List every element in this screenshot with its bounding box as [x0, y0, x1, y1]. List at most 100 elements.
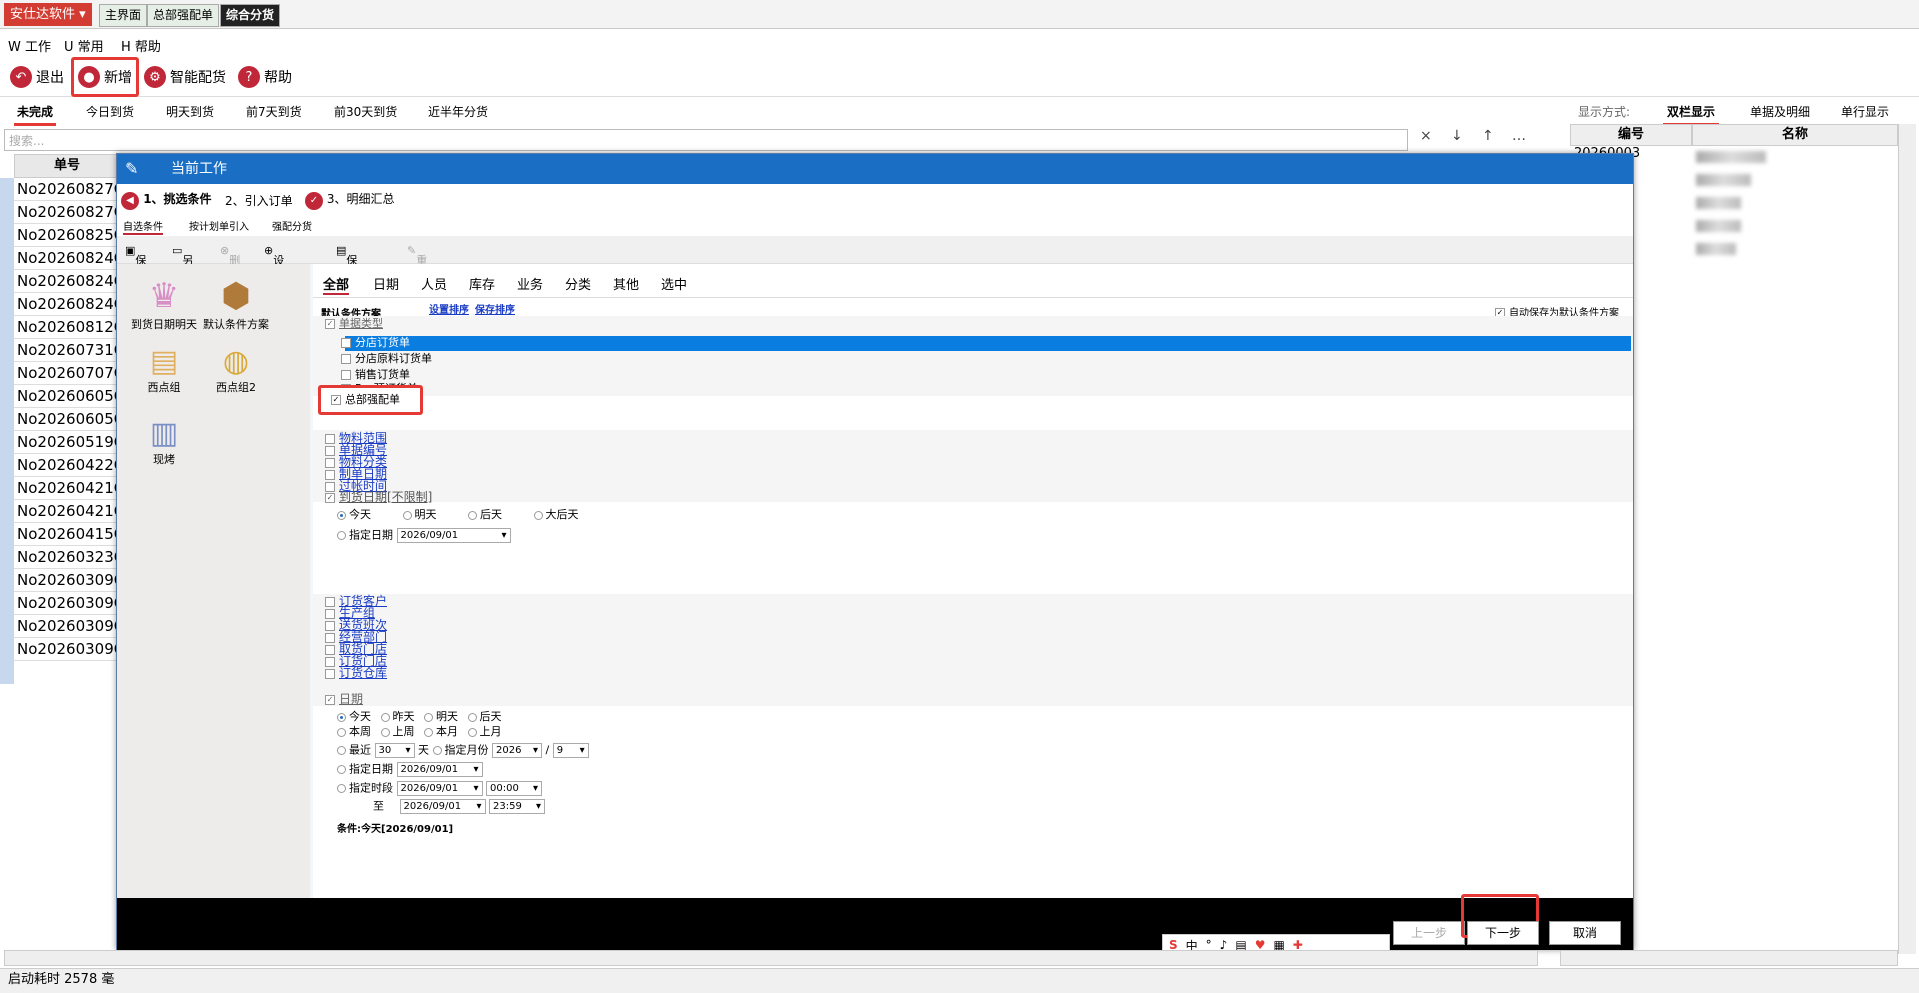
condition-link-links1-3[interactable]: 制单日期 [325, 467, 387, 481]
save-button[interactable]: ▣ 保存 [125, 244, 146, 283]
arrow-down-icon[interactable]: ↓ [1451, 128, 1463, 144]
date-this-month[interactable]: 本月 [424, 725, 458, 738]
table-row[interactable]: No20260731C [14, 339, 120, 362]
step-3[interactable]: ✓ 3、明细汇总 [305, 190, 394, 210]
menu-work[interactable]: W 工作 [8, 36, 51, 55]
month-combo[interactable]: 9 ▾ [552, 743, 589, 758]
clear-icon[interactable]: × [1420, 128, 1432, 144]
help-button[interactable]: ? 帮助 [238, 62, 292, 92]
doc-type-item-sales[interactable]: 销售订货单 [341, 368, 410, 382]
date-tomorrow[interactable]: 明天 [424, 710, 458, 723]
table-row[interactable]: No20260519C [14, 431, 120, 454]
set-sort-button[interactable]: ⊕ 设置排序 [264, 244, 284, 315]
table-row[interactable]: No20260309C [14, 569, 120, 592]
condition-link-links1-2[interactable]: 物料分类 [325, 455, 387, 469]
ctab-other[interactable]: 其他 [613, 274, 639, 293]
date-range-radio[interactable] [337, 784, 346, 793]
doc-type-item-branch[interactable]: 分店订货单 [341, 336, 410, 350]
ctab-business[interactable]: 业务 [517, 274, 543, 293]
arrive-today[interactable]: 今天 [337, 508, 371, 521]
save-sort-button[interactable]: ▤ 保存排序 [336, 244, 357, 315]
date-last-week[interactable]: 上周 [380, 725, 415, 738]
table-row[interactable]: No20260827C [14, 178, 120, 201]
exit-button[interactable]: ↶ 退出 [10, 62, 64, 92]
rename-button[interactable]: ✎ 重命名 [407, 244, 427, 299]
horizontal-scrollbar-left[interactable] [4, 950, 1538, 966]
condition-link-links1-1[interactable]: 单据编号 [325, 443, 387, 457]
horizontal-scrollbar-right[interactable] [1560, 950, 1898, 966]
date-checkbox[interactable]: ✓ 日期 [325, 692, 363, 707]
condition-link-links2-6[interactable]: 订货仓库 [325, 666, 387, 680]
ctab-date[interactable]: 日期 [373, 274, 399, 293]
date-yesterday[interactable]: 昨天 [380, 710, 415, 723]
more-icon[interactable]: … [1512, 128, 1526, 144]
vertical-scrollbar[interactable] [1898, 124, 1916, 954]
arrive-third-day[interactable]: 大后天 [533, 508, 579, 521]
date-this-week[interactable]: 本周 [337, 725, 371, 738]
filter-7days[interactable]: 前7天到货 [246, 103, 302, 120]
ctab-all[interactable]: 全部 [323, 274, 350, 295]
scheme-default[interactable]: ⬢ 默认条件方案 [199, 276, 273, 332]
subtab-plan-import[interactable]: 按计划单引入 [189, 218, 249, 233]
save-as-button[interactable]: ▭ 另存 [172, 244, 193, 283]
filter-today[interactable]: 今日到货 [86, 103, 134, 120]
ctab-category[interactable]: 分类 [565, 274, 591, 293]
table-row[interactable]: No20260309C [14, 615, 120, 638]
ctab-selected[interactable]: 选中 [661, 274, 687, 293]
display-doc-detail[interactable]: 单据及明细 [1750, 103, 1810, 120]
filter-tomorrow[interactable]: 明天到货 [166, 103, 214, 120]
table-row[interactable]: No20260309C [14, 592, 120, 615]
new-button[interactable]: ● 新增 [71, 57, 139, 97]
cancel-button[interactable]: 取消 [1549, 921, 1621, 945]
filter-halfyear[interactable]: 近半年分货 [428, 103, 488, 120]
scheme-pastry2[interactable]: ◍ 西点组2 [199, 344, 273, 395]
table-row[interactable]: No20260421C [14, 477, 120, 500]
display-dual[interactable]: 双栏显示 [1663, 103, 1720, 126]
table-row[interactable]: No20260415C [14, 523, 120, 546]
menu-help[interactable]: H 帮助 [121, 36, 161, 55]
search-input[interactable]: 搜索... [4, 129, 1408, 151]
arrive-spec-date[interactable]: 指定日期 2026/09/01 ▾ [337, 528, 511, 543]
date-last-month[interactable]: 上月 [467, 725, 502, 738]
range-to-combo[interactable]: 2026/09/01 ▾ [399, 799, 486, 814]
subtab-forced[interactable]: 强配分货 [272, 218, 312, 233]
arrow-up-icon[interactable]: ↑ [1482, 128, 1494, 144]
table-row[interactable]: No20260422C [14, 454, 120, 477]
condition-link-links2-2[interactable]: 送货班次 [325, 618, 387, 632]
delete-button[interactable]: ⊗ 删除 [220, 244, 240, 283]
table-row[interactable]: No20260812C [14, 316, 120, 339]
time-to-combo[interactable]: 23:59 ▾ [489, 799, 545, 814]
step-2[interactable]: 2、引入订单 [225, 192, 293, 209]
arrive-day-after[interactable]: 后天 [468, 508, 502, 521]
doc-type-branch-order-row[interactable] [345, 336, 1631, 351]
table-row[interactable]: No20260825C [14, 224, 120, 247]
smart-allocate-button[interactable]: ⚙ 智能配货 [144, 62, 226, 92]
ctab-people[interactable]: 人员 [421, 274, 447, 293]
table-row[interactable]: No20260824C [14, 247, 120, 270]
scheme-tomorrow[interactable]: ♛ 到货日期明天 [127, 276, 201, 332]
condition-link-links2-4[interactable]: 取货门店 [325, 642, 387, 656]
date-recent-radio[interactable] [337, 746, 346, 755]
table-row[interactable]: No20260707C [14, 362, 120, 385]
ctab-stock[interactable]: 库存 [469, 274, 495, 293]
recent-days-combo[interactable]: 30 ▾ [374, 743, 415, 758]
table-row[interactable]: No20260323C [14, 546, 120, 569]
prev-button[interactable]: 上一步 [1393, 921, 1465, 945]
date-today[interactable]: 今天 [337, 710, 371, 723]
date-spec-radio[interactable] [337, 765, 346, 774]
next-button[interactable]: 下一步 [1467, 921, 1539, 945]
doc-type-item-material[interactable]: 分店原料订货单 [341, 352, 432, 366]
step-1[interactable]: ◀ 1、挑选条件 [121, 190, 212, 210]
scheme-baked[interactable]: ▥ 现烤 [127, 416, 201, 467]
table-row[interactable]: No20260605C [14, 385, 120, 408]
arrive-date-checkbox[interactable]: ✓ 到货日期[不限制] [325, 490, 432, 505]
condition-link-links1-0[interactable]: 物料范围 [325, 431, 387, 445]
tab-main[interactable]: 主界面 [99, 4, 148, 27]
year-combo[interactable]: 2026 ▾ [492, 743, 542, 758]
condition-link-links2-0[interactable]: 订货客户 [325, 594, 387, 608]
table-row[interactable]: No20260824C [14, 270, 120, 293]
subtab-custom[interactable]: 自选条件 [123, 218, 163, 235]
table-row[interactable]: No20260421C [14, 500, 120, 523]
menu-common[interactable]: U 常用 [64, 36, 104, 55]
condition-link-links2-5[interactable]: 订货门店 [325, 654, 387, 668]
